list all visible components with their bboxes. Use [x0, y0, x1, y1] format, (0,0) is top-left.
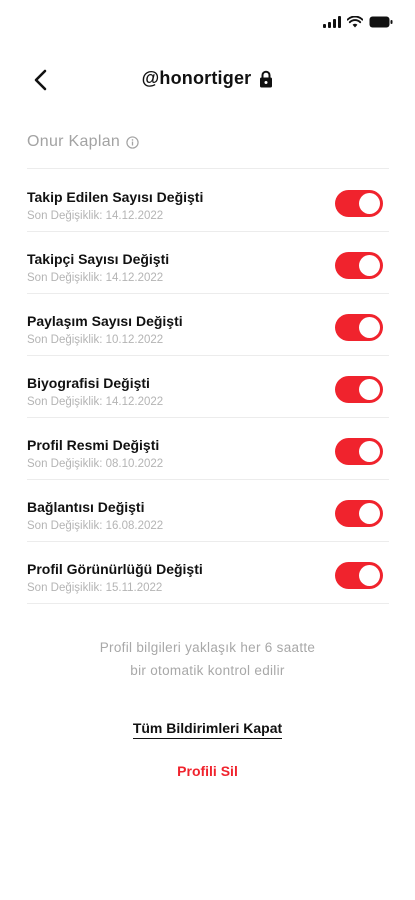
setting-last-change: Son Değişiklik: 14.12.2022 — [27, 396, 164, 408]
setting-title: Biyografisi Değişti — [27, 375, 150, 391]
signal-icon — [323, 16, 341, 28]
info-line: Profil bilgileri yaklaşık her 6 saatte — [99, 640, 316, 655]
setting-last-change: Son Değişiklik: 08.10.2022 — [27, 458, 164, 470]
wifi-icon — [347, 16, 363, 28]
toggle-knob — [359, 441, 380, 462]
setting-last-change: Son Değişiklik: 15.11.2022 — [27, 582, 163, 594]
toggle-switch[interactable] — [335, 376, 383, 403]
setting-row-follower-count: Takipçi Sayısı Değişti Son Değişiklik: 1… — [27, 232, 389, 294]
toggle-knob — [359, 503, 380, 524]
toggle-knob — [359, 565, 380, 586]
info-icon[interactable] — [126, 133, 139, 154]
setting-last-change: Son Değişiklik: 10.12.2022 — [27, 334, 164, 346]
setting-last-change: Son Değişiklik: 16.08.2022 — [27, 520, 164, 532]
setting-last-change: Son Değişiklik: 14.12.2022 — [27, 272, 164, 284]
setting-title: Paylaşım Sayısı Değişti — [27, 313, 183, 329]
setting-title: Bağlantısı Değişti — [27, 499, 145, 515]
setting-last-change: Son Değişiklik: 14.12.2022 — [27, 210, 164, 222]
header: @honortiger — [0, 60, 415, 100]
toggle-switch[interactable] — [335, 252, 383, 279]
toggle-switch[interactable] — [335, 314, 383, 341]
profile-name-row: Onur Kaplan — [27, 133, 389, 169]
toggle-switch[interactable] — [335, 190, 383, 217]
toggle-switch[interactable] — [335, 438, 383, 465]
setting-row-profile-visibility: Profil Görünürlüğü Değişti Son Değişikli… — [27, 542, 389, 604]
profile-name: Onur Kaplan — [27, 133, 121, 150]
setting-row-following-count: Takip Edilen Sayısı Değişti Son Değişikl… — [27, 170, 389, 232]
close-all-notifications-button[interactable]: Tüm Bildirimleri Kapat — [132, 720, 283, 739]
info-line: bir otomatik kontrol edilir — [130, 663, 285, 678]
setting-row-link: Bağlantısı Değişti Son Değişiklik: 16.08… — [27, 480, 389, 542]
setting-title: Takipçi Sayısı Değişti — [27, 251, 170, 267]
status-bar — [0, 0, 415, 50]
setting-row-profile-picture: Profil Resmi Değişti Son Değişiklik: 08.… — [27, 418, 389, 480]
toggle-knob — [359, 317, 380, 338]
toggle-knob — [359, 379, 380, 400]
close-all-notifications: Tüm Bildirimleri Kapat — [0, 720, 415, 739]
delete-profile-button[interactable]: Profili Sil — [177, 763, 238, 779]
setting-title: Profil Görünürlüğü Değişti — [27, 561, 203, 577]
setting-row-post-count: Paylaşım Sayısı Değişti Son Değişiklik: … — [27, 294, 389, 356]
toggle-switch[interactable] — [335, 500, 383, 527]
delete-profile: Profili Sil — [0, 763, 415, 781]
setting-row-biography: Biyografisi Değişti Son Değişiklik: 14.1… — [27, 356, 389, 418]
setting-title: Profil Resmi Değişti — [27, 437, 160, 453]
auto-check-info: Profil bilgileri yaklaşık her 6 saatte b… — [0, 636, 415, 682]
toggle-knob — [359, 193, 380, 214]
notification-settings-list: Takip Edilen Sayısı Değişti Son Değişikl… — [27, 170, 389, 604]
toggle-knob — [359, 255, 380, 276]
battery-icon — [369, 16, 393, 28]
setting-title: Takip Edilen Sayısı Değişti — [27, 189, 204, 205]
page-title: @honortiger — [141, 68, 252, 88]
lock-icon — [259, 70, 273, 88]
toggle-switch[interactable] — [335, 562, 383, 589]
